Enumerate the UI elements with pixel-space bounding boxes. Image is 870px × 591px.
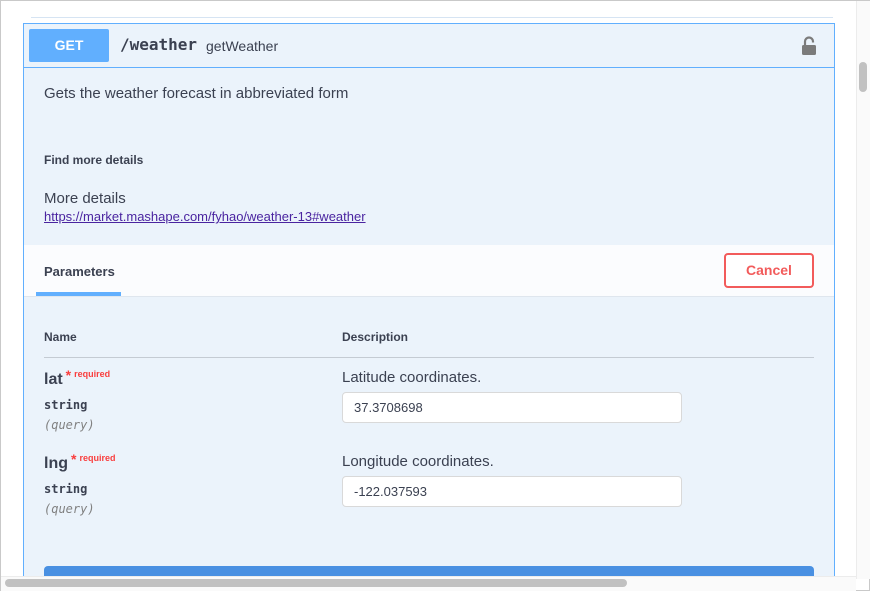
divider — [31, 17, 833, 18]
table-divider — [44, 357, 814, 358]
param-description: Latitude coordinates. — [342, 369, 482, 386]
required-label: required — [79, 453, 116, 463]
cancel-button[interactable]: Cancel — [724, 253, 814, 288]
browser-frame: GET /weather getWeather Gets the weather… — [0, 0, 870, 591]
param-location: (query) — [44, 502, 95, 516]
required-star: * — [71, 451, 77, 467]
vertical-scrollbar-thumb[interactable] — [859, 62, 867, 92]
tab-active-indicator — [36, 292, 121, 296]
operation-block: GET /weather getWeather Gets the weather… — [23, 23, 835, 583]
column-header-description: Description — [342, 330, 409, 344]
http-method-badge: GET — [29, 29, 109, 62]
param-type: string — [44, 482, 88, 496]
param-description: Longitude coordinates. — [342, 453, 494, 470]
operation-id: getWeather — [206, 38, 279, 54]
tab-parameters[interactable]: Parameters — [44, 264, 115, 279]
required-star: * — [65, 367, 72, 383]
param-location: (query) — [44, 418, 95, 432]
operation-path: /weather — [120, 35, 198, 54]
lng-input[interactable] — [342, 476, 682, 507]
horizontal-scrollbar-thumb[interactable] — [5, 579, 627, 587]
required-label: required — [74, 369, 111, 379]
parameters-header: Parameters Cancel — [24, 245, 834, 297]
unlock-icon[interactable] — [800, 36, 818, 56]
lat-input[interactable] — [342, 392, 682, 423]
param-type: string — [44, 398, 88, 412]
more-details-label: More details — [44, 190, 126, 207]
column-header-name: Name — [44, 330, 77, 344]
operation-summary[interactable]: GET /weather getWeather — [24, 24, 834, 68]
param-name: lat — [44, 371, 63, 388]
find-more-heading: Find more details — [44, 153, 144, 167]
param-name: lng — [44, 455, 68, 472]
param-name-lng: lng * required — [44, 451, 116, 473]
operation-description: Gets the weather forecast in abbreviated… — [44, 85, 349, 102]
more-details-link[interactable]: https://market.mashape.com/fyhao/weather… — [44, 209, 366, 224]
param-name-lat: lat * required — [44, 367, 111, 389]
